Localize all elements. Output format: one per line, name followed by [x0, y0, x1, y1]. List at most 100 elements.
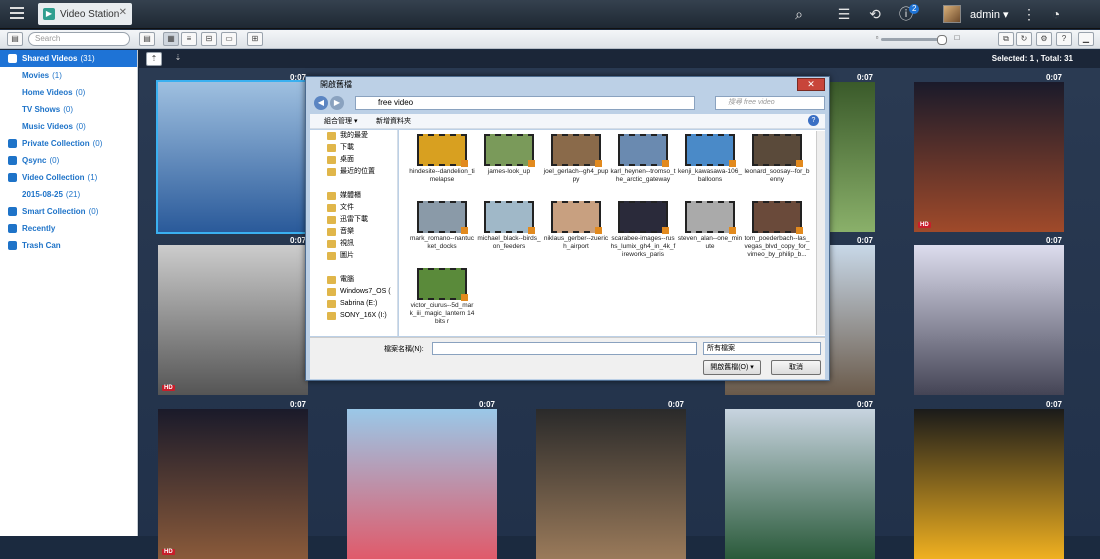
file-item[interactable]: hindesite--dandelion_timelapse [409, 134, 475, 184]
sidebar-item[interactable]: TV Shows (0) [0, 101, 137, 118]
more-icon[interactable]: ⋮ [1020, 5, 1038, 23]
nav-tree-item[interactable]: 我的最愛 [310, 130, 397, 142]
folder-icon [327, 132, 336, 140]
folder-icon [327, 168, 336, 176]
dialog-help-icon[interactable]: ? [808, 115, 819, 126]
search-icon[interactable]: ⌕ [790, 5, 808, 23]
video-file-icon [417, 134, 468, 167]
thumb-size-slider[interactable] [881, 35, 947, 45]
file-name: niklaus_gerber--zuerich_airport [543, 235, 609, 250]
path-field[interactable]: free video [355, 96, 695, 110]
nav-tree-label: Sabrina (E:) [340, 300, 378, 307]
sidebar-item[interactable]: Smart Collection (0) [0, 203, 137, 220]
view-folder-icon[interactable]: ▭ [221, 32, 237, 46]
video-thumbnail[interactable]: 0:07 [347, 400, 497, 559]
sidebar-item[interactable]: Qsync (0) [0, 152, 137, 169]
file-scrollbar[interactable] [816, 131, 825, 335]
sidebar-item-label: Home Videos [22, 88, 73, 97]
view-grid-icon[interactable]: ▦ [163, 32, 179, 46]
nav-tree-item[interactable]: 圖片 [310, 250, 397, 262]
dialog-close-button[interactable]: ✕ [797, 78, 825, 91]
file-item[interactable]: james-look_up [476, 134, 542, 176]
duration-label: 0:07 [856, 400, 873, 409]
sidebar-item[interactable]: Video Collection (1) [0, 169, 137, 186]
dashboard-icon[interactable]: ◔ [1047, 5, 1065, 23]
sidebar-item-label: Music Videos [22, 122, 73, 131]
nav-tree-item[interactable]: 下載 [310, 142, 397, 154]
search-input[interactable]: Search [28, 32, 130, 46]
filetype-select[interactable]: 所有檔案 [703, 342, 821, 355]
settings-icon[interactable]: ⚙ [1036, 32, 1052, 46]
sidebar-item[interactable]: 2015-08-25 (21) [0, 186, 137, 203]
selection-count: Selected: 1 , Total: 31 [991, 54, 1073, 63]
nav-tree-item[interactable]: 視訊 [310, 238, 397, 250]
open-button[interactable]: 開啟舊檔(O) ▾ [703, 360, 761, 375]
nav-tree-item[interactable]: 音樂 [310, 226, 397, 238]
view-detail-icon[interactable]: ≡ [181, 32, 197, 46]
sidebar-item[interactable]: Recently [0, 220, 137, 237]
organize-button[interactable]: 組合管理 ▾ [324, 114, 357, 129]
nav-tree-item[interactable]: 最近的位置 [310, 166, 397, 178]
cancel-button[interactable]: 取消 [771, 360, 821, 375]
upload-arrow-icon[interactable]: ⇡ [146, 52, 162, 66]
nav-tree-item[interactable]: 媒體櫃 [310, 190, 397, 202]
dialog-search-input[interactable]: 搜尋 free video [715, 96, 825, 110]
menu-icon[interactable] [10, 7, 24, 19]
sidebar-toggle-icon[interactable]: ▤ [7, 32, 23, 46]
minimize-icon[interactable]: ▁ [1078, 32, 1094, 46]
sidebar-item[interactable]: Movies (1) [0, 67, 137, 84]
video-thumbnail[interactable]: 0:07 HD [158, 236, 308, 395]
refresh-icon[interactable]: ⟲ [866, 5, 884, 23]
folder-icon [327, 228, 336, 236]
forward-icon[interactable]: ▶ [330, 96, 344, 110]
video-thumbnail[interactable]: 0:07 [725, 400, 875, 559]
file-item[interactable]: tom_poederbach--las_vegas_blvd_copy_for_… [744, 201, 810, 259]
video-thumbnail[interactable]: 0:07 [914, 236, 1064, 395]
file-item[interactable]: michael_black--birds_on_feeders [476, 201, 542, 251]
tasks-icon[interactable]: ☰ [835, 5, 853, 23]
avatar[interactable] [943, 5, 961, 23]
refresh-list-icon[interactable]: ↻ [1016, 32, 1032, 46]
file-item[interactable]: victor_ciurus--5d_mark_iii_magic_lantern… [409, 268, 475, 326]
sort-icon[interactable]: ⇣ [170, 52, 186, 66]
nav-tree-item[interactable]: Windows7_OS ( [310, 286, 397, 298]
file-item[interactable]: niklaus_gerber--zuerich_airport [543, 201, 609, 251]
file-item[interactable]: leonard_soosay--for_benny [744, 134, 810, 184]
sidebar-item[interactable]: Private Collection (0) [0, 135, 137, 152]
file-item[interactable]: karl_heynen--tromso_the_arctic_gateway [610, 134, 676, 184]
filename-input[interactable] [432, 342, 697, 355]
sidebar-item[interactable]: Trash Can [0, 237, 137, 254]
nav-tree-item[interactable]: 電腦 [310, 274, 397, 286]
nav-tree-label: 下載 [340, 144, 354, 151]
nav-tree-item[interactable]: 文件 [310, 202, 397, 214]
view-list-icon[interactable]: ▤ [139, 32, 155, 46]
sidebar-item[interactable]: Home Videos (0) [0, 84, 137, 101]
nav-tree-item[interactable]: SONY_16X (I:) [310, 310, 397, 322]
duration-label: 0:07 [667, 400, 684, 409]
new-folder-button[interactable]: 新增資料夾 [376, 114, 411, 129]
file-item[interactable]: mark_romano--nantucket_docks [409, 201, 475, 251]
help-icon[interactable]: ? [1056, 32, 1072, 46]
video-thumbnail[interactable]: 0:07 [536, 400, 686, 559]
video-thumbnail[interactable]: 0:07 [914, 400, 1064, 559]
zoom-in-icon[interactable]: □ [949, 32, 965, 46]
sidebar-item[interactable]: Shared Videos (31) [0, 50, 137, 67]
file-item[interactable]: scarabee-images--rushs_lumix_gh4_in_4k_f… [610, 201, 676, 259]
cast-icon[interactable]: ⧉ [998, 32, 1014, 46]
view-timeline-icon[interactable]: ⊟ [201, 32, 217, 46]
video-thumbnail[interactable]: 0:07 HD [158, 400, 308, 559]
app-tab[interactable]: ▶ Video Station ✕ [38, 3, 132, 25]
file-item[interactable]: steven_alan--one_minute [677, 201, 743, 251]
user-name[interactable]: admin ▾ [970, 8, 1009, 21]
nav-tree-item[interactable]: 迅雷下載 [310, 214, 397, 226]
file-item[interactable]: joel_gerlach--gh4_puppy [543, 134, 609, 184]
sidebar-item[interactable]: Music Videos (0) [0, 118, 137, 135]
video-thumbnail[interactable]: 0:07 HD [914, 73, 1064, 232]
video-thumbnail[interactable]: 0:07 [156, 73, 310, 234]
file-item[interactable]: kenji_kawasawa-106_balloons [677, 134, 743, 184]
back-icon[interactable]: ◀ [314, 96, 328, 110]
close-icon[interactable]: ✕ [119, 7, 127, 18]
nav-tree-item[interactable]: Sabrina (E:) [310, 298, 397, 310]
upload-icon[interactable]: ⊞ [247, 32, 263, 46]
nav-tree-item[interactable]: 桌面 [310, 154, 397, 166]
